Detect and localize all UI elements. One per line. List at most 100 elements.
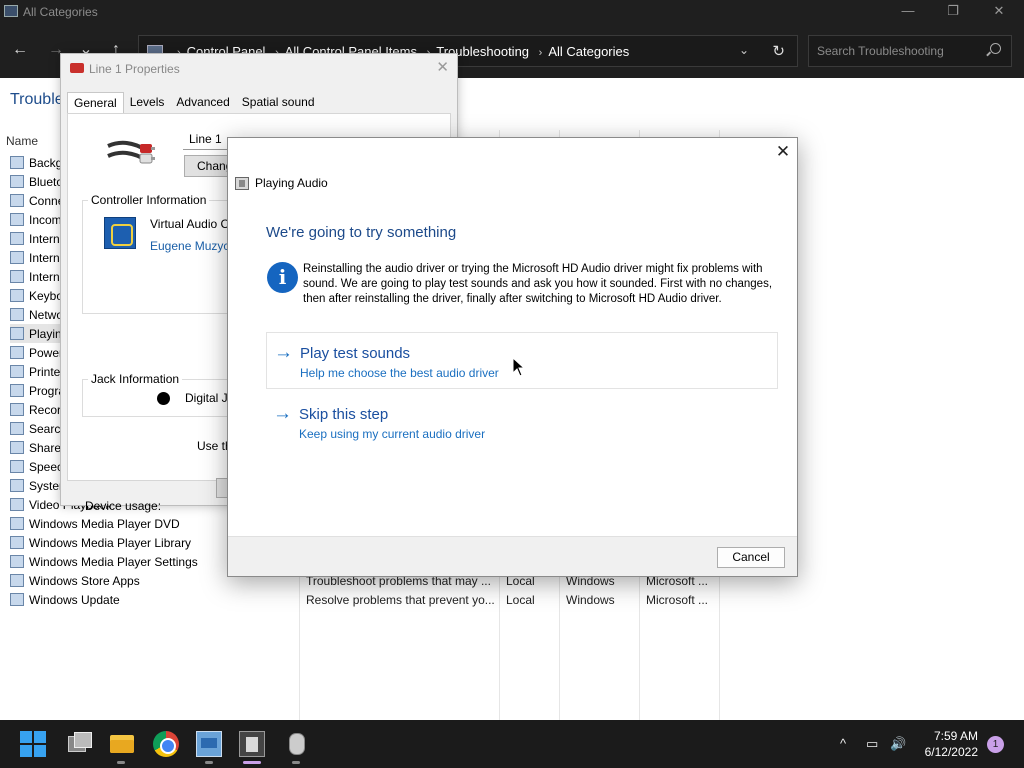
list-item-label: Share xyxy=(29,440,62,455)
step-heading: We're going to try something xyxy=(266,224,457,241)
rca-cable-icon xyxy=(107,140,155,164)
active-indicator xyxy=(243,761,261,764)
list-item[interactable]: Windows Update xyxy=(10,590,310,609)
troubleshooter-item-icon xyxy=(10,403,24,416)
search-input[interactable]: Search Troubleshooting xyxy=(808,35,1012,67)
troubleshooter-item-icon xyxy=(10,498,24,511)
list-item-label: Power xyxy=(29,345,64,360)
cancel-button[interactable]: Cancel xyxy=(717,547,785,568)
list-item-label: Windows Media Player Settings xyxy=(29,554,198,569)
control-panel-icon[interactable] xyxy=(196,731,222,757)
close-icon[interactable]: ✕ xyxy=(773,143,793,163)
troubleshooter-item-icon xyxy=(10,175,24,188)
row-description: Resolve problems that prevent yo... xyxy=(306,593,495,607)
start-icon[interactable] xyxy=(20,731,46,757)
tab-strip: General Levels Advanced Spatial sound xyxy=(67,92,321,114)
network-icon[interactable]: ▭ xyxy=(866,736,878,752)
column-header-name[interactable]: Name xyxy=(6,134,38,148)
troubleshooter-item-icon xyxy=(10,517,24,530)
breadcrumb-all-categories[interactable]: All Categories xyxy=(548,44,629,59)
troubleshooter-item-icon xyxy=(10,156,24,169)
control-panel-icon xyxy=(4,5,18,17)
window-title: All Categories xyxy=(23,5,98,19)
running-indicator xyxy=(117,761,125,764)
mouse-pointer-icon xyxy=(512,357,526,377)
list-item-label: Incom xyxy=(29,212,62,227)
troubleshooter-item-icon xyxy=(10,327,24,340)
controller-info-label: Controller Information xyxy=(88,193,210,207)
troubleshooter-item-icon xyxy=(10,441,24,454)
list-item-label: Windows Store Apps xyxy=(29,573,140,588)
list-item-label: Intern xyxy=(29,231,60,246)
address-dropdown-icon[interactable]: ⌄ xyxy=(739,43,749,57)
row-location: Local xyxy=(506,593,535,607)
info-icon: i xyxy=(267,262,298,293)
microphone-icon[interactable] xyxy=(283,731,309,757)
file-explorer-icon[interactable] xyxy=(109,731,135,757)
troubleshooter-item-icon xyxy=(10,289,24,302)
troubleshooter-item-icon xyxy=(10,422,24,435)
option-title: Skip this step xyxy=(299,406,389,423)
notification-badge[interactable]: 1 xyxy=(987,736,1004,753)
list-item-label: Netwo xyxy=(29,307,64,322)
dialog-footer: Cancel xyxy=(228,536,797,576)
troubleshooter-item-icon xyxy=(10,270,24,283)
jack-color-icon xyxy=(157,392,170,405)
troubleshooter-item-icon xyxy=(10,460,24,473)
list-item-label: Printe xyxy=(29,364,61,379)
list-item-label: Speec xyxy=(29,459,64,474)
search-placeholder: Search Troubleshooting xyxy=(817,44,944,58)
tab-advanced[interactable]: Advanced xyxy=(170,92,235,114)
troubleshooter-item-icon xyxy=(10,536,24,549)
troubleshooter-item-icon xyxy=(10,593,24,606)
troubleshooter-icon[interactable] xyxy=(239,731,265,757)
clock-time: 7:59 AM xyxy=(933,729,978,743)
row-category: Windows xyxy=(566,593,615,607)
search-icon xyxy=(990,43,1001,54)
running-indicator xyxy=(292,761,300,764)
breadcrumb-separator: › xyxy=(538,47,543,59)
option-subtitle: Keep using my current audio driver xyxy=(299,427,486,441)
taskbar: ^ ▭ 🔊 7:59 AM 6/12/2022 1 xyxy=(0,720,1024,768)
close-button[interactable]: ✕ xyxy=(976,0,1022,24)
chrome-icon[interactable] xyxy=(153,731,179,757)
device-usage-label: Device usage: xyxy=(85,499,162,513)
list-item-label: Recor xyxy=(29,402,62,417)
troubleshooter-item-icon xyxy=(10,194,24,207)
list-item-label: Intern xyxy=(29,250,60,265)
list-item-label: Intern xyxy=(29,269,60,284)
refresh-icon[interactable]: ↻ xyxy=(772,42,785,60)
minimize-button[interactable]: — xyxy=(885,0,931,24)
title-bar: All Categories — ❐ ✕ xyxy=(0,0,1024,24)
volume-icon[interactable]: 🔊 xyxy=(890,736,906,752)
controller-name: Virtual Audio C xyxy=(150,217,230,231)
running-indicator xyxy=(205,761,213,764)
list-item-label: Blueto xyxy=(29,174,64,189)
restore-button[interactable]: ❐ xyxy=(930,0,976,24)
list-item-label: Keybo xyxy=(29,288,64,303)
task-view-icon[interactable] xyxy=(66,731,92,757)
clock-date: 6/12/2022 xyxy=(924,745,978,759)
controller-vendor-link[interactable]: Eugene Muzych xyxy=(150,239,236,253)
tab-spatial-sound[interactable]: Spatial sound xyxy=(236,92,321,114)
list-item-label: Windows Media Player Library xyxy=(29,535,192,550)
taskbar-clock[interactable]: 7:59 AM 6/12/2022 xyxy=(918,728,978,760)
list-item-label: Playin xyxy=(29,326,62,341)
dialog-title: Playing Audio xyxy=(255,176,328,190)
troubleshooter-item-icon xyxy=(10,232,24,245)
close-icon[interactable]: ✕ xyxy=(436,58,449,76)
back-arrow-icon[interactable]: ← xyxy=(8,39,32,63)
step-description: Reinstalling the audio driver or trying … xyxy=(303,263,773,305)
tab-levels[interactable]: Levels xyxy=(124,92,171,114)
troubleshooter-item-icon xyxy=(10,365,24,378)
list-item-label: Windows Update xyxy=(29,592,120,607)
tab-general[interactable]: General xyxy=(67,92,124,114)
troubleshooter-item-icon xyxy=(10,384,24,397)
tray-chevron-icon[interactable]: ^ xyxy=(840,736,846,751)
audio-cable-small-icon xyxy=(70,63,84,73)
troubleshooter-item-icon xyxy=(10,251,24,264)
troubleshooter-icon xyxy=(235,177,249,190)
skip-this-step-option[interactable]: → Skip this step Keep using my current a… xyxy=(266,394,778,451)
troubleshooter-item-icon xyxy=(10,308,24,321)
virtual-audio-cable-icon xyxy=(104,217,136,249)
